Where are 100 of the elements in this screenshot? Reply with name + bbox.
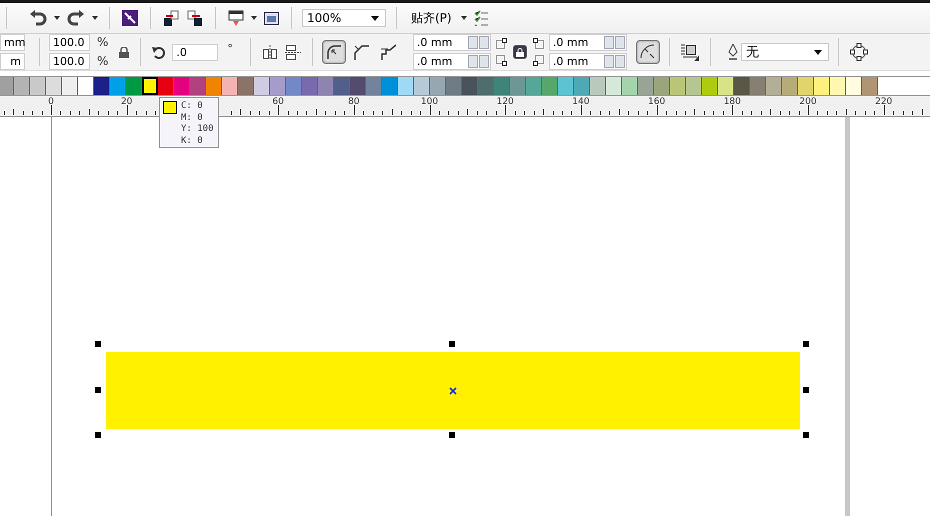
import-icon[interactable]	[161, 8, 181, 28]
lock-button[interactable]	[512, 45, 527, 59]
selection-handle[interactable]	[95, 341, 101, 347]
color-swatch[interactable]	[814, 77, 830, 95]
color-swatch[interactable]	[638, 77, 654, 95]
color-swatch[interactable]	[862, 77, 878, 95]
color-swatch[interactable]	[334, 77, 350, 95]
checklist-icon[interactable]	[472, 8, 490, 28]
ruler-label: 180	[724, 97, 741, 107]
scale-corners-button[interactable]	[636, 40, 660, 64]
selection-handle[interactable]	[803, 432, 809, 438]
corner-radius-field[interactable]: .0 mm	[548, 53, 627, 70]
color-swatch[interactable]	[158, 77, 174, 95]
ruler-label: 220	[875, 97, 892, 107]
image-icon[interactable]	[262, 10, 281, 26]
caret-icon[interactable]	[91, 14, 99, 22]
color-swatch[interactable]	[462, 77, 478, 95]
color-swatch[interactable]	[558, 77, 574, 95]
color-swatch[interactable]	[414, 77, 430, 95]
color-swatch[interactable]	[270, 77, 286, 95]
corner-style-button[interactable]	[322, 40, 346, 64]
color-swatch[interactable]	[222, 77, 238, 95]
color-swatch[interactable]	[574, 77, 590, 95]
caret-icon[interactable]	[250, 14, 258, 22]
position-field[interactable]: m	[0, 53, 25, 70]
color-swatch[interactable]	[654, 77, 670, 95]
lock-icon[interactable]	[117, 44, 132, 60]
color-swatch[interactable]	[798, 77, 814, 95]
color-swatch[interactable]	[190, 77, 206, 95]
spinner-icon[interactable]	[604, 36, 625, 49]
color-swatch[interactable]	[94, 77, 110, 95]
spinner-icon[interactable]	[468, 36, 489, 49]
corner-radius-field[interactable]: .0 mm	[412, 53, 491, 70]
color-preview-icon	[163, 101, 177, 114]
caret-icon[interactable]	[53, 14, 61, 22]
color-swatch[interactable]	[254, 77, 270, 95]
color-swatch[interactable]	[0, 77, 14, 95]
nodes-icon[interactable]	[848, 41, 870, 63]
selection-handle[interactable]	[449, 432, 455, 438]
color-swatch[interactable]	[718, 77, 734, 95]
color-swatch[interactable]	[238, 77, 254, 95]
mirror-vertical-icon[interactable]	[282, 42, 303, 62]
color-swatch[interactable]	[30, 77, 46, 95]
rotation-field[interactable]: .0	[172, 44, 218, 60]
spinner-icon[interactable]	[468, 55, 489, 68]
color-swatch[interactable]	[526, 77, 542, 95]
color-swatch[interactable]	[846, 77, 862, 95]
color-swatch[interactable]	[350, 77, 366, 95]
color-swatch[interactable]	[398, 77, 414, 95]
color-swatch[interactable]	[622, 77, 638, 95]
selection-handle[interactable]	[95, 387, 101, 393]
color-swatch[interactable]	[686, 77, 702, 95]
color-swatch[interactable]	[206, 77, 222, 95]
color-swatch[interactable]	[318, 77, 334, 95]
snap-button[interactable]: 贴齐(P)	[407, 8, 456, 28]
color-swatch[interactable]	[302, 77, 318, 95]
launcher-icon[interactable]	[120, 8, 140, 28]
color-swatch[interactable]	[142, 77, 158, 95]
color-swatch[interactable]	[734, 77, 750, 95]
color-swatch[interactable]	[174, 77, 190, 95]
color-swatch[interactable]	[702, 77, 718, 95]
color-swatch[interactable]	[126, 77, 142, 95]
scale-field[interactable]: 100.0	[49, 34, 90, 51]
color-swatch[interactable]	[286, 77, 302, 95]
color-swatch[interactable]	[830, 77, 846, 95]
corner-radius-field[interactable]: .0 mm	[548, 34, 627, 51]
color-swatch[interactable]	[590, 77, 606, 95]
ruler-label: 120	[496, 97, 514, 107]
export-icon[interactable]	[185, 8, 205, 28]
publish-icon[interactable]	[226, 8, 246, 28]
color-swatch[interactable]	[110, 77, 126, 95]
selection-handle[interactable]	[803, 387, 809, 393]
color-swatch[interactable]	[766, 77, 782, 95]
color-swatch[interactable]	[62, 77, 78, 95]
zoom-dropdown[interactable]: 100%	[302, 9, 386, 27]
selection-handle[interactable]	[803, 341, 809, 347]
color-swatch[interactable]	[478, 77, 494, 95]
color-swatch[interactable]	[750, 77, 766, 95]
scale-field[interactable]: 100.0	[49, 53, 90, 70]
color-swatch[interactable]	[494, 77, 510, 95]
selection-handle[interactable]	[95, 432, 101, 438]
outline-dropdown[interactable]: 无	[740, 43, 829, 61]
corner-icon	[532, 38, 544, 66]
color-swatch[interactable]	[782, 77, 798, 95]
corner-radius-field[interactable]: .0 mm	[412, 34, 491, 51]
color-swatch[interactable]	[14, 77, 30, 95]
spinner-icon[interactable]	[604, 55, 625, 68]
color-swatch[interactable]	[430, 77, 446, 95]
color-swatch[interactable]	[46, 77, 62, 95]
cmyk-value: C: 0	[181, 101, 204, 112]
color-swatch[interactable]	[366, 77, 382, 95]
color-swatch[interactable]	[510, 77, 526, 95]
color-swatch[interactable]	[446, 77, 462, 95]
color-swatch[interactable]	[542, 77, 558, 95]
color-swatch[interactable]	[670, 77, 686, 95]
position-field[interactable]: mm	[0, 34, 25, 51]
color-swatch[interactable]	[606, 77, 622, 95]
caret-icon[interactable]	[460, 14, 468, 22]
selection-handle[interactable]	[449, 341, 455, 347]
color-swatch[interactable]	[382, 77, 398, 95]
